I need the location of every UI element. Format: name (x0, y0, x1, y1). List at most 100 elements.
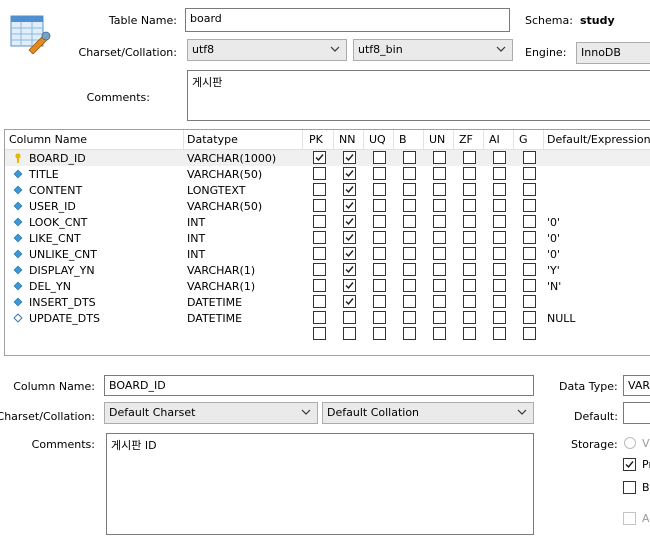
column-name-cell[interactable]: BOARD_ID (29, 152, 86, 165)
default-expression-cell[interactable]: '0' (547, 248, 560, 261)
ai-checkbox[interactable] (493, 327, 506, 340)
uq-checkbox[interactable] (373, 295, 386, 308)
header-un[interactable]: UN (429, 133, 445, 146)
g-checkbox[interactable] (523, 247, 536, 260)
data-type-input[interactable]: VARC (623, 375, 650, 396)
zf-checkbox[interactable] (463, 215, 476, 228)
ai-checkbox[interactable] (493, 279, 506, 292)
header-b[interactable]: B (399, 133, 407, 146)
datatype-cell[interactable]: VARCHAR(50) (187, 168, 262, 181)
datatype-cell[interactable]: INT (187, 216, 205, 229)
g-checkbox[interactable] (523, 263, 536, 276)
zf-checkbox[interactable] (463, 151, 476, 164)
table-row[interactable]: LIKE_CNT INT '0' (5, 230, 650, 246)
header-nn[interactable]: NN (339, 133, 355, 146)
un-checkbox[interactable] (433, 167, 446, 180)
table-row[interactable]: TITLE VARCHAR(50) (5, 166, 650, 182)
column-name-input[interactable]: BOARD_ID (104, 375, 534, 396)
default-expression-cell[interactable]: 'N' (547, 280, 561, 293)
pk-checkbox[interactable] (313, 167, 326, 180)
pk-checkbox[interactable] (313, 231, 326, 244)
zf-checkbox[interactable] (463, 327, 476, 340)
table-row[interactable]: CONTENT LONGTEXT (5, 182, 650, 198)
collation-select[interactable]: utf8_bin (353, 39, 513, 61)
un-checkbox[interactable] (433, 247, 446, 260)
ai-checkbox[interactable] (493, 199, 506, 212)
table-row[interactable]: DEL_YN VARCHAR(1) 'N' (5, 278, 650, 294)
primary-key-checkbox[interactable] (623, 458, 636, 471)
header-pk[interactable]: PK (309, 133, 323, 146)
un-checkbox[interactable] (433, 279, 446, 292)
datatype-cell[interactable]: DATETIME (187, 312, 242, 325)
un-checkbox[interactable] (433, 183, 446, 196)
pk-checkbox[interactable] (313, 279, 326, 292)
b-checkbox[interactable] (403, 231, 416, 244)
zf-checkbox[interactable] (463, 279, 476, 292)
un-checkbox[interactable] (433, 327, 446, 340)
un-checkbox[interactable] (433, 215, 446, 228)
zf-checkbox[interactable] (463, 199, 476, 212)
nn-checkbox[interactable] (343, 183, 356, 196)
b-checkbox[interactable] (403, 279, 416, 292)
ai-checkbox[interactable] (493, 151, 506, 164)
b-checkbox[interactable] (403, 167, 416, 180)
ai-checkbox[interactable] (493, 215, 506, 228)
pk-checkbox[interactable] (313, 151, 326, 164)
nn-checkbox[interactable] (343, 231, 356, 244)
nn-checkbox[interactable] (343, 199, 356, 212)
g-checkbox[interactable] (523, 295, 536, 308)
binary-checkbox[interactable] (623, 481, 636, 494)
zf-checkbox[interactable] (463, 295, 476, 308)
un-checkbox[interactable] (433, 151, 446, 164)
default-expression-cell[interactable]: 'Y' (547, 264, 560, 277)
header-column-name[interactable]: Column Name (9, 133, 87, 146)
g-checkbox[interactable] (523, 215, 536, 228)
g-checkbox[interactable] (523, 231, 536, 244)
table-name-input[interactable]: board (185, 8, 510, 32)
pk-checkbox[interactable] (313, 311, 326, 324)
default-expression-cell[interactable]: '0' (547, 232, 560, 245)
g-checkbox[interactable] (523, 151, 536, 164)
nn-checkbox[interactable] (343, 167, 356, 180)
g-checkbox[interactable] (523, 311, 536, 324)
column-name-cell[interactable]: INSERT_DTS (29, 296, 96, 309)
engine-select[interactable]: InnoDB (576, 42, 650, 64)
column-name-cell[interactable]: DISPLAY_YN (29, 264, 95, 277)
ai-checkbox[interactable] (493, 167, 506, 180)
datatype-cell[interactable]: DATETIME (187, 296, 242, 309)
uq-checkbox[interactable] (373, 183, 386, 196)
b-checkbox[interactable] (403, 215, 416, 228)
uq-checkbox[interactable] (373, 327, 386, 340)
un-checkbox[interactable] (433, 295, 446, 308)
pk-checkbox[interactable] (313, 183, 326, 196)
table-row[interactable]: UPDATE_DTS DATETIME NULL (5, 310, 650, 326)
nn-checkbox[interactable] (343, 295, 356, 308)
datatype-cell[interactable]: INT (187, 248, 205, 261)
pk-checkbox[interactable] (313, 199, 326, 212)
pk-checkbox[interactable] (313, 263, 326, 276)
ai-checkbox[interactable] (493, 183, 506, 196)
header-ai[interactable]: AI (489, 133, 500, 146)
datatype-cell[interactable]: VARCHAR(50) (187, 200, 262, 213)
ai-checkbox[interactable] (493, 311, 506, 324)
column-name-cell[interactable]: UPDATE_DTS (29, 312, 100, 325)
uq-checkbox[interactable] (373, 263, 386, 276)
table-comments-textarea[interactable]: 게시판 (187, 70, 650, 121)
datatype-cell[interactable]: VARCHAR(1) (187, 264, 255, 277)
b-checkbox[interactable] (403, 247, 416, 260)
nn-checkbox[interactable] (343, 311, 356, 324)
column-name-cell[interactable]: LIKE_CNT (29, 232, 81, 245)
b-checkbox[interactable] (403, 327, 416, 340)
g-checkbox[interactable] (523, 279, 536, 292)
header-default-expression[interactable]: Default/Expression (547, 133, 650, 146)
uq-checkbox[interactable] (373, 167, 386, 180)
column-name-cell[interactable]: USER_ID (29, 200, 76, 213)
table-row[interactable]: USER_ID VARCHAR(50) (5, 198, 650, 214)
column-collation-select[interactable]: Default Collation (322, 402, 534, 424)
table-row[interactable] (5, 326, 650, 342)
b-checkbox[interactable] (403, 183, 416, 196)
un-checkbox[interactable] (433, 263, 446, 276)
header-datatype[interactable]: Datatype (187, 133, 238, 146)
uq-checkbox[interactable] (373, 231, 386, 244)
nn-checkbox[interactable] (343, 263, 356, 276)
